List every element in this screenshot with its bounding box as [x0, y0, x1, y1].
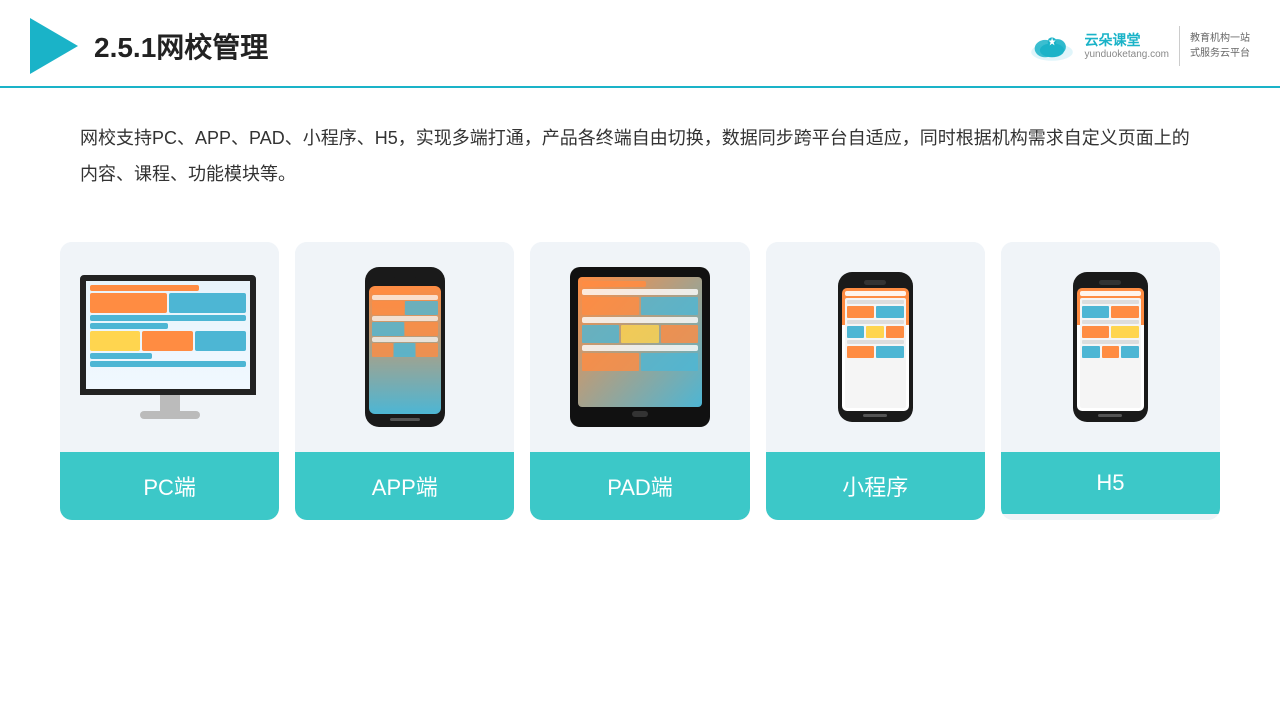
play-icon — [30, 18, 78, 74]
page-title: 2.5.1网校管理 — [94, 26, 268, 66]
card-pc-image — [60, 242, 279, 452]
logo-area: 云朵课堂 yunduoketang.com 教育机构一站 式服务云平台 — [1026, 26, 1250, 66]
logo-text-block: 云朵课堂 yunduoketang.com — [1084, 32, 1169, 60]
card-h5: H5 — [1001, 242, 1220, 520]
header-left: 2.5.1网校管理 — [30, 18, 268, 74]
card-miniprogram-label: 小程序 — [766, 452, 985, 520]
card-pad-label: PAD端 — [530, 452, 749, 520]
cloud-icon — [1026, 27, 1078, 65]
miniprogram-phone-icon — [838, 272, 913, 422]
card-pc-label: PC端 — [60, 452, 279, 520]
card-h5-label: H5 — [1001, 452, 1220, 514]
h5-phone-icon — [1073, 272, 1148, 422]
cards-container: PC端 — [0, 222, 1280, 520]
card-miniprogram-image — [766, 242, 985, 452]
pc-monitor-icon — [80, 275, 260, 419]
tablet-icon — [570, 267, 710, 427]
logo-name: 云朵课堂 — [1084, 32, 1169, 49]
monitor-screen — [80, 275, 256, 395]
card-app-image — [295, 242, 514, 452]
card-miniprogram: 小程序 — [766, 242, 985, 520]
logo-tagline: 教育机构一站 式服务云平台 — [1190, 31, 1250, 61]
logo-url: yunduoketang.com — [1084, 49, 1169, 60]
logo-divider — [1179, 26, 1180, 66]
description-text: 网校支持PC、APP、PAD、小程序、H5，实现多端打通，产品各终端自由切换，数… — [0, 88, 1280, 212]
card-app: APP端 — [295, 242, 514, 520]
header: 2.5.1网校管理 云朵课堂 yunduoketang.com 教育机构一站 式… — [0, 0, 1280, 88]
card-h5-image — [1001, 242, 1220, 452]
card-app-label: APP端 — [295, 452, 514, 520]
phone-app-icon — [365, 267, 445, 427]
card-pad-image — [530, 242, 749, 452]
card-pc: PC端 — [60, 242, 279, 520]
logo-cloud — [1026, 27, 1078, 65]
card-pad: PAD端 — [530, 242, 749, 520]
